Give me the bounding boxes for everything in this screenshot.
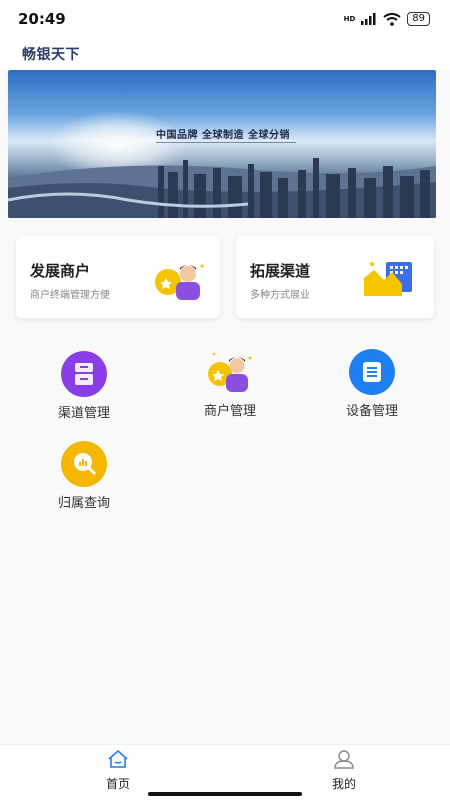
nav-tab-home[interactable]: 首页 — [78, 749, 158, 792]
card-title: 拓展渠道 — [250, 262, 311, 280]
grid-label: 商户管理 — [203, 404, 256, 419]
home-icon — [108, 750, 128, 768]
status-icons: HD 89 — [344, 12, 430, 26]
banner-carousel[interactable]: 中国品牌 全球制造 全球分销 — [8, 70, 436, 218]
grid-label: 设备管理 — [345, 404, 398, 419]
grid-item-ownership-query[interactable]: 归属查询 — [34, 440, 134, 511]
network-label: HD — [343, 15, 356, 23]
merchant-icon — [208, 352, 252, 392]
wifi-icon — [383, 12, 401, 26]
banner-divider — [156, 142, 296, 143]
grid-item-channel-management[interactable]: 渠道管理 — [34, 350, 134, 421]
card-title: 发展商户 — [30, 262, 91, 280]
grid-item-device-management[interactable]: 设备管理 — [322, 348, 422, 419]
signal-icon — [361, 13, 376, 25]
card-subtitle: 商户终端管理方便 — [30, 290, 110, 301]
grid-label: 归属查询 — [57, 496, 110, 511]
document-icon — [349, 349, 395, 395]
home-indicator[interactable] — [148, 792, 302, 796]
search-chart-icon — [61, 441, 107, 487]
status-bar: 20:49 HD 89 — [0, 0, 450, 38]
card-develop-merchant[interactable]: 发展商户 商户终端管理方便 — [16, 236, 220, 318]
battery-indicator: 89 — [407, 12, 430, 26]
nav-label-home: 首页 — [105, 777, 130, 791]
grid-item-merchant-management[interactable]: 商户管理 — [180, 348, 280, 419]
app-title: 畅银天下 — [22, 47, 80, 63]
city-skyline-image — [8, 158, 436, 218]
merchant-star-icon — [155, 264, 204, 300]
nav-tab-mine[interactable]: 我的 — [304, 749, 384, 792]
grid-label: 渠道管理 — [57, 406, 110, 421]
channel-chart-icon — [364, 262, 412, 296]
status-time: 20:49 — [18, 10, 66, 28]
app-header: 畅银天下 — [0, 38, 450, 70]
banner-slogan: 中国品牌 全球制造 全球分销 — [156, 130, 290, 141]
card-subtitle: 多种方式展业 — [250, 290, 310, 301]
user-icon — [334, 750, 354, 769]
archive-icon — [61, 351, 107, 397]
card-expand-channel[interactable]: 拓展渠道 多种方式展业 — [236, 236, 434, 318]
nav-label-mine: 我的 — [331, 777, 356, 791]
